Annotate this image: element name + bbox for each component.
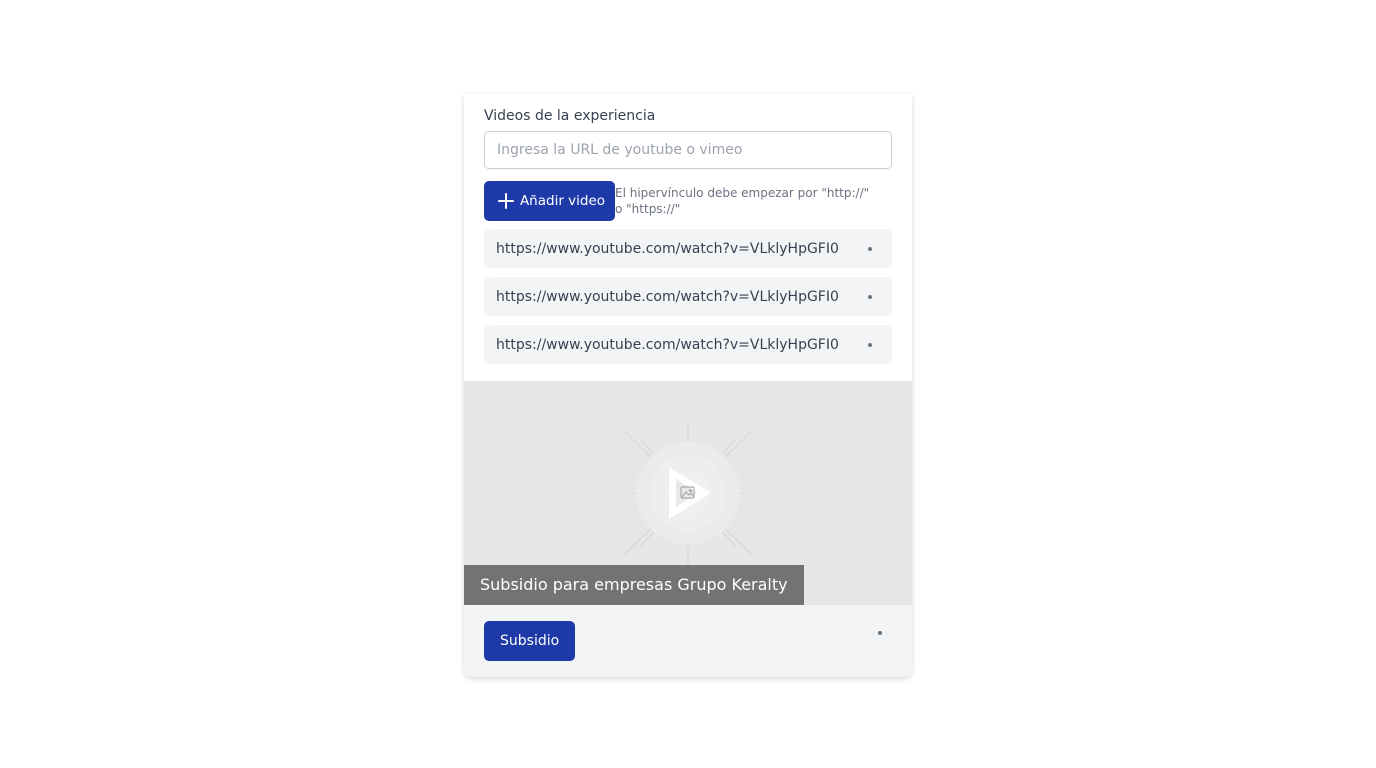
video-list-item: https://www.youtube.com/watch?v=VLklyHpG… bbox=[484, 277, 892, 316]
item-options-icon[interactable] bbox=[868, 247, 872, 251]
video-list: https://www.youtube.com/watch?v=VLklyHpG… bbox=[484, 229, 892, 373]
videos-section-title: Videos de la experiencia bbox=[484, 108, 656, 124]
add-video-button[interactable]: Añadir video bbox=[484, 181, 615, 221]
footer-options-icon[interactable] bbox=[878, 631, 882, 635]
video-preview[interactable]: Subsidio para empresas Grupo Keralty bbox=[464, 381, 912, 605]
add-video-label: Añadir video bbox=[519, 193, 606, 209]
video-url: https://www.youtube.com/watch?v=VLklyHpG… bbox=[496, 336, 839, 353]
subsidy-button[interactable]: Subsidio bbox=[484, 621, 576, 661]
video-url: https://www.youtube.com/watch?v=VLklyHpG… bbox=[496, 288, 839, 305]
video-url-input[interactable] bbox=[484, 131, 892, 169]
preview-caption: Subsidio para empresas Grupo Keralty bbox=[464, 565, 804, 605]
item-options-icon[interactable] bbox=[868, 343, 872, 347]
experience-videos-card: Videos de la experiencia Añadir video El… bbox=[464, 94, 912, 677]
video-list-item: https://www.youtube.com/watch?v=VLklyHpG… bbox=[484, 325, 892, 364]
card-footer: Subsidio bbox=[464, 605, 912, 677]
url-hint-text: El hipervínculo debe empezar por "http:/… bbox=[615, 186, 870, 216]
video-list-item: https://www.youtube.com/watch?v=VLklyHpG… bbox=[484, 229, 892, 268]
video-url: https://www.youtube.com/watch?v=VLklyHpG… bbox=[496, 240, 839, 257]
plus-icon bbox=[498, 193, 514, 209]
item-options-icon[interactable] bbox=[868, 295, 872, 299]
